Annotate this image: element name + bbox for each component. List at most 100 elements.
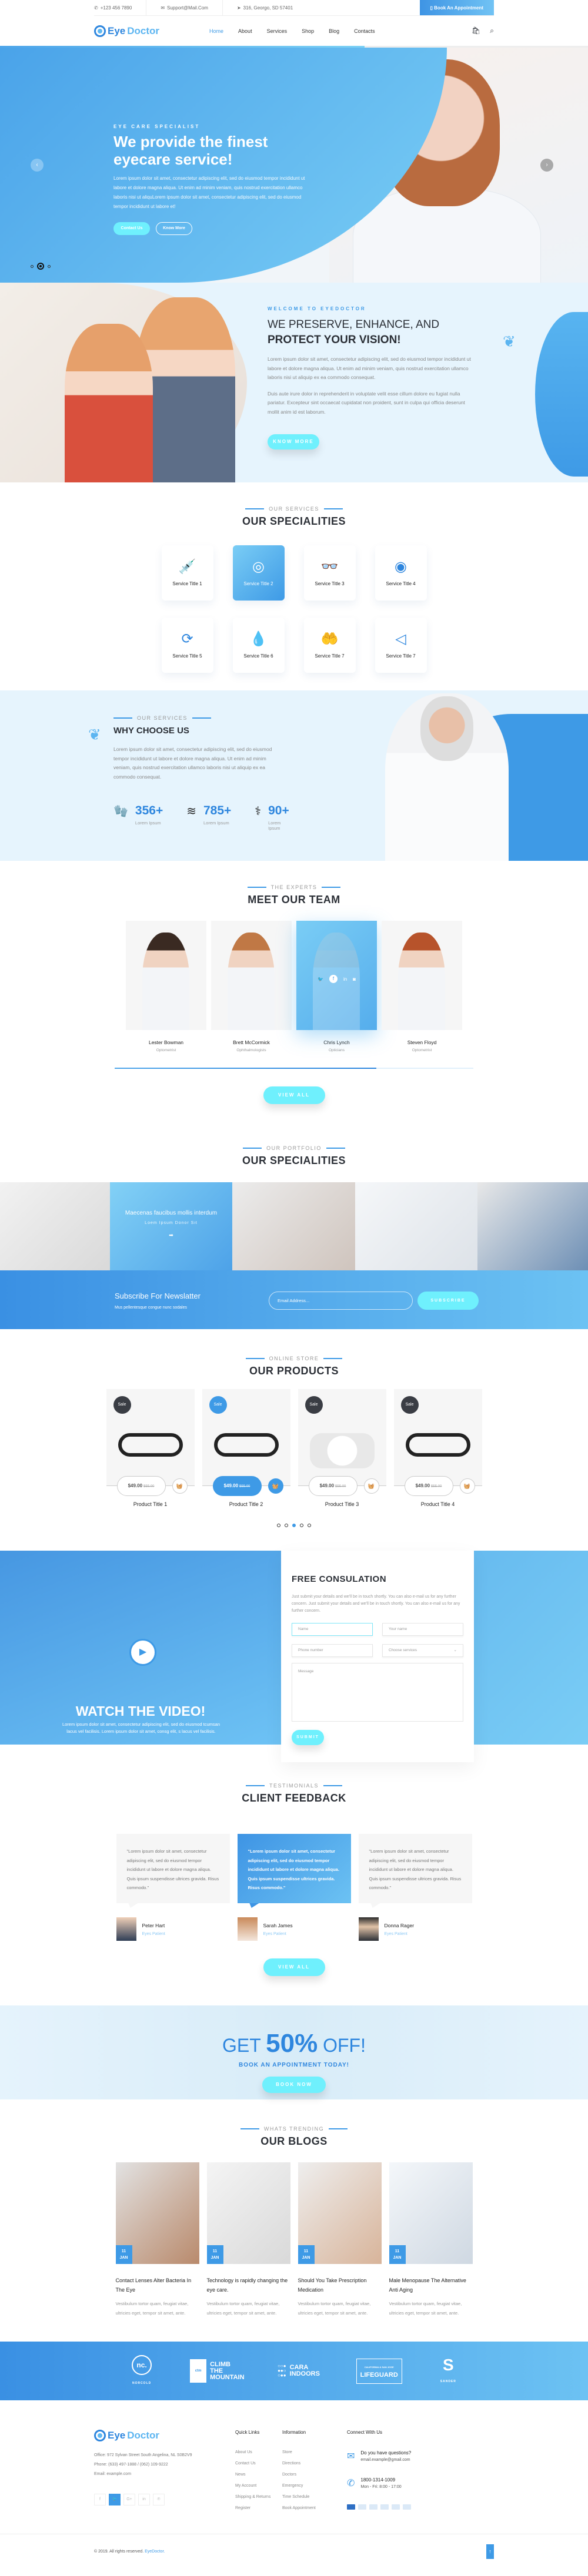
google-plus-icon[interactable]: G+ <box>123 2494 135 2505</box>
service-card[interactable]: ⟳ Service Title 5 <box>161 618 213 673</box>
brand-lifeguard[interactable]: CALIFORNIA & SAN JOSE LIFEGUARD <box>356 2358 402 2384</box>
topbar-email[interactable]: ✉ Support@Mail.Com <box>146 0 223 15</box>
newsletter-email-input[interactable]: Email Address... <box>269 1292 413 1310</box>
twitter-icon[interactable]: 🐦 <box>318 977 323 982</box>
arrow-right-icon[interactable]: ➡ <box>110 1232 232 1239</box>
next-slide-arrow[interactable]: › <box>540 159 553 172</box>
quick-link[interactable]: Shipping & Returns <box>235 2495 282 2499</box>
hotline-number[interactable]: 1800-1314-1009 <box>360 2477 401 2483</box>
quick-link[interactable]: Contact Us <box>235 2461 282 2466</box>
add-to-cart-button[interactable]: 🧺 <box>268 1478 283 1494</box>
logo[interactable]: Eye Doctor <box>94 25 159 37</box>
phone-field[interactable]: Phone number <box>292 1644 373 1657</box>
brand-cara-indoors[interactable]: ○○● ●●○ ○●● CARA INDOORS <box>278 2364 320 2378</box>
contact-email-link[interactable]: email.example@gmail.com <box>360 2458 411 2462</box>
topbar-phone[interactable]: ✆ +123 456 7890 <box>94 0 147 15</box>
blog-card[interactable]: 11 JAN Contact Lenses Alter Bacteria In Th… <box>115 2162 199 2318</box>
team-view-all-button[interactable]: VIEW ALL <box>263 1086 325 1104</box>
quick-link[interactable]: Register <box>235 2506 282 2510</box>
testimonials-view-all-button[interactable]: VIEW ALL <box>263 1958 325 1976</box>
facebook-icon[interactable]: f <box>94 2494 106 2505</box>
search-icon[interactable]: ⌕ <box>490 26 494 35</box>
product-card[interactable]: Sale $49.00 $55.00 🧺 Product Title 3 <box>298 1389 386 1507</box>
slider-dot-active[interactable] <box>37 263 44 270</box>
info-link[interactable]: Doctors <box>282 2473 335 2477</box>
blog-title[interactable]: Technology is rapidly changing the eye c… <box>207 2276 290 2295</box>
copyright-brand-link[interactable]: EyeDoctor. <box>145 2550 165 2554</box>
team-member-card[interactable]: Steven Floyd Optometrist <box>382 921 462 1052</box>
brand-climb-the-mountain[interactable]: ctm CLIMB THE MOUNTAIN <box>190 2359 245 2383</box>
message-field[interactable]: Message <box>292 1663 463 1722</box>
name-field[interactable]: Name <box>292 1623 373 1636</box>
service-card[interactable]: ◉ Service Title 4 <box>375 545 427 601</box>
info-link[interactable]: Directions <box>282 2461 335 2466</box>
service-card[interactable]: 💧 Service Title 6 <box>232 618 285 673</box>
service-card[interactable]: ◎ Service Title 2 <box>232 545 285 601</box>
team-member-card[interactable]: Brett McCormick Ophthalmologists <box>211 921 292 1052</box>
portfolio-tile[interactable] <box>232 1182 355 1270</box>
info-link[interactable]: Time Schedule <box>282 2495 335 2499</box>
footer-logo[interactable]: Eye Doctor <box>94 2430 212 2441</box>
service-select[interactable]: Choose services ⌄ <box>382 1644 463 1657</box>
welcome-know-more-button[interactable]: KNOW MORE <box>268 434 319 450</box>
prev-slide-arrow[interactable]: ‹ <box>31 159 44 172</box>
nav-services[interactable]: Services <box>267 28 288 34</box>
facebook-icon[interactable]: f <box>329 975 338 983</box>
nav-home[interactable]: Home <box>209 28 223 34</box>
cart-icon[interactable]: 🛍 <box>472 26 480 35</box>
back-to-top-button[interactable]: ↑ <box>486 2544 494 2559</box>
team-member-card[interactable]: 🐦 f in ◙ Chris Lynch Opticians <box>296 921 377 1052</box>
quick-link[interactable]: About Us <box>235 2450 282 2454</box>
slider-dot[interactable] <box>48 264 51 268</box>
portfolio-tile[interactable] <box>355 1182 477 1270</box>
info-link[interactable]: Book Appointment <box>282 2506 335 2510</box>
portfolio-tile[interactable] <box>477 1182 588 1270</box>
team-scrollbar[interactable] <box>115 1068 473 1069</box>
blog-card[interactable]: 11 JAN Male Menopause The Alternative Anti… <box>389 2162 473 2318</box>
linkedin-icon[interactable]: in <box>138 2494 150 2505</box>
nav-shop[interactable]: Shop <box>302 28 314 34</box>
subscribe-button[interactable]: SUBSCRIBE <box>417 1292 479 1310</box>
team-member-card[interactable]: Lester Bowman Optometrist <box>126 921 206 1052</box>
service-card[interactable]: 👓 Service Title 3 <box>303 545 356 601</box>
pagination-dot[interactable] <box>285 1524 288 1527</box>
add-to-cart-button[interactable]: 🧺 <box>363 1478 379 1494</box>
pagination-dot[interactable] <box>308 1524 311 1527</box>
service-card[interactable]: 💉 Service Title 1 <box>161 545 213 601</box>
portfolio-tile[interactable] <box>0 1182 110 1270</box>
pagination-dot[interactable] <box>277 1524 280 1527</box>
brand-sander[interactable]: S SANDER <box>440 2357 456 2385</box>
pagination-dot[interactable] <box>300 1524 303 1527</box>
info-link[interactable]: Store <box>282 2450 335 2454</box>
info-link[interactable]: Emergency <box>282 2484 335 2488</box>
nav-blog[interactable]: Blog <box>329 28 339 34</box>
add-to-cart-button[interactable]: 🧺 <box>459 1478 475 1494</box>
add-to-cart-button[interactable]: 🧺 <box>172 1478 188 1494</box>
contact-us-button[interactable]: Contact Us <box>113 222 150 235</box>
slider-dot[interactable] <box>31 264 34 268</box>
product-card[interactable]: Sale $49.00 $55.00 🧺 Product Title 2 <box>202 1389 290 1507</box>
blog-title[interactable]: Contact Lenses Alter Bacteria In The Eye <box>116 2276 199 2295</box>
nav-contacts[interactable]: Contacts <box>354 28 375 34</box>
blog-card[interactable]: 11 JAN Technology is rapidly changing the … <box>206 2162 290 2318</box>
submit-button[interactable]: SUBMIT <box>292 1730 324 1745</box>
service-card[interactable]: 🤲 Service Title 7 <box>303 618 356 673</box>
twitter-icon[interactable]: 🐦 <box>109 2494 121 2505</box>
book-appointment-button[interactable]: ▯ Book An Appointment <box>419 0 494 15</box>
quick-link[interactable]: My Account <box>235 2484 282 2488</box>
blog-title[interactable]: Should You Take Prescription Medication <box>298 2276 382 2295</box>
blog-card[interactable]: 11 JAN Should You Take Prescription Medica… <box>298 2162 382 2318</box>
nav-about[interactable]: About <box>238 28 252 34</box>
pinterest-icon[interactable]: ℗ <box>153 2494 165 2505</box>
know-more-button[interactable]: Know More <box>156 222 192 235</box>
your-name-field[interactable]: Your name <box>382 1623 463 1636</box>
product-card[interactable]: Sale $49.00 $55.00 🧺 Product Title 4 <box>393 1389 482 1507</box>
service-card[interactable]: ◁ Service Title 7 <box>375 618 427 673</box>
play-video-button[interactable]: ▶ <box>129 1639 156 1666</box>
product-card[interactable]: Sale $49.00 $55.00 🧺 Product Title 1 <box>106 1389 195 1507</box>
blog-title[interactable]: Male Menopause The Alternative Anti Agin… <box>389 2276 473 2295</box>
brand-norcold[interactable]: nc. NORCOLD <box>132 2355 152 2387</box>
quick-link[interactable]: News <box>235 2473 282 2477</box>
portfolio-tile-highlight[interactable]: Maecenas faucibus mollis interdum Loem I… <box>110 1182 232 1270</box>
team-scrollbar-thumb[interactable] <box>115 1068 377 1069</box>
